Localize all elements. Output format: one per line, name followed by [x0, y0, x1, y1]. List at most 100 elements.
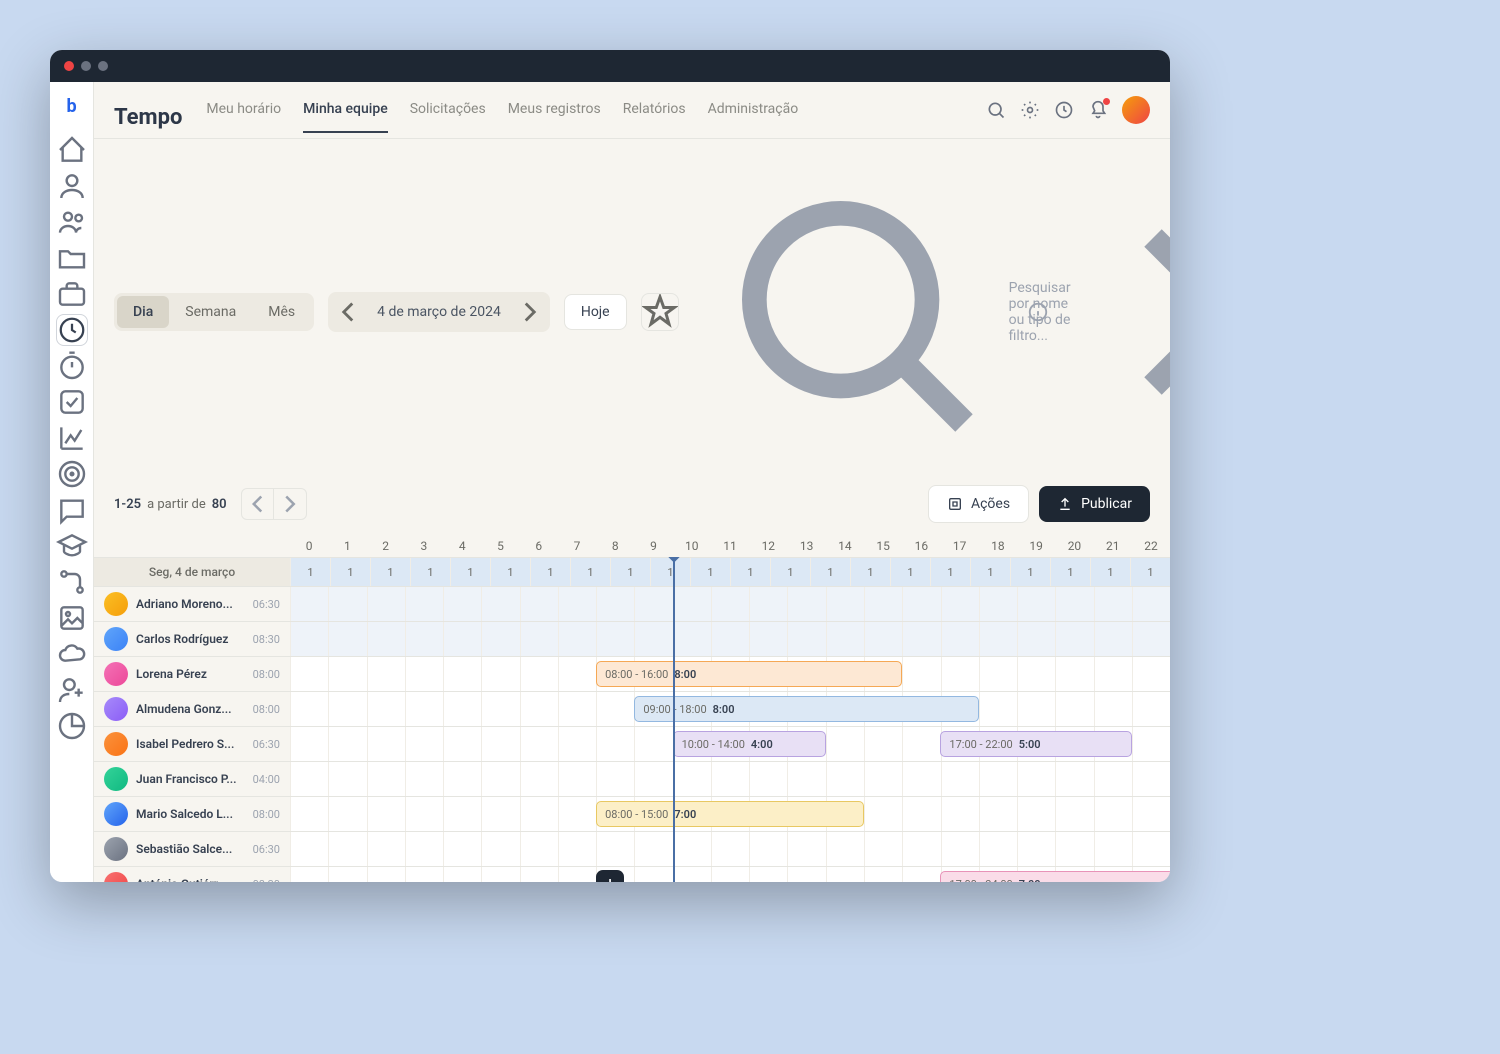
count-cell: 1	[1050, 558, 1090, 586]
view-button[interactable]: Mês	[252, 296, 311, 328]
today-button[interactable]: Hoje	[564, 294, 627, 330]
user-avatar[interactable]	[1122, 96, 1150, 124]
home-icon[interactable]	[56, 134, 88, 166]
person-time: 06:30	[253, 843, 280, 856]
toolbar: DiaSemanaMês 4 de março de 2024 Hoje Pes…	[94, 139, 1170, 485]
current-time-line	[673, 557, 675, 882]
person-row: Adriano Moreno... 06:30	[94, 587, 1170, 622]
count-cell: 1	[930, 558, 970, 586]
shift-time: 08:00 - 16:00	[605, 668, 668, 681]
timeline[interactable]	[290, 762, 1170, 796]
person-avatar	[104, 732, 128, 756]
count-cell: 1	[330, 558, 370, 586]
titlebar	[50, 50, 1170, 82]
flow-icon[interactable]	[56, 566, 88, 598]
person-avatar	[104, 627, 128, 651]
clock-icon[interactable]	[56, 314, 88, 346]
hour-label: 12	[749, 535, 787, 557]
timeline[interactable]: 17:00 - 24:007:00+	[290, 867, 1170, 882]
shift-duration: 7:00	[1019, 878, 1041, 883]
next-page[interactable]	[274, 489, 306, 519]
cloud-icon[interactable]	[56, 638, 88, 670]
person-time: 08:30	[253, 878, 280, 883]
user-icon[interactable]	[56, 170, 88, 202]
person-time: 08:00	[253, 668, 280, 681]
date-navigator: 4 de março de 2024	[328, 292, 550, 332]
next-date[interactable]	[513, 295, 547, 329]
shift-block[interactable]: 08:00 - 15:007:00	[596, 801, 864, 827]
subheader: 1-25 a partir de 80 Ações Publicar	[94, 485, 1170, 535]
timeline[interactable]	[290, 832, 1170, 866]
current-date: 4 de março de 2024	[365, 304, 513, 320]
maximize-window[interactable]	[98, 61, 108, 71]
count-cell: 1	[450, 558, 490, 586]
settings-icon[interactable]	[1020, 100, 1040, 120]
nav-tab[interactable]: Administração	[708, 101, 799, 133]
shift-block[interactable]: 09:00 - 18:008:00	[634, 696, 978, 722]
target-icon[interactable]	[56, 458, 88, 490]
hour-label: 20	[1055, 535, 1093, 557]
search-input[interactable]: Pesquisar por nome ou tipo de filtro...	[693, 155, 1013, 469]
hour-label: 19	[1017, 535, 1055, 557]
person-row: Carlos Rodríguez 08:30	[94, 622, 1170, 657]
nav-tab[interactable]: Meu horário	[206, 101, 281, 133]
timeline[interactable]	[290, 587, 1170, 621]
publish-button[interactable]: Publicar	[1039, 486, 1150, 522]
favorite-button[interactable]	[641, 293, 679, 331]
nav-tab[interactable]: Relatórios	[623, 101, 686, 133]
nav-tab[interactable]: Minha equipe	[303, 101, 388, 133]
nav-tab[interactable]: Meus registros	[508, 101, 601, 133]
minimize-window[interactable]	[81, 61, 91, 71]
view-button[interactable]: Dia	[117, 296, 169, 328]
check-icon[interactable]	[56, 386, 88, 418]
education-icon[interactable]	[56, 530, 88, 562]
shift-time: 08:00 - 15:00	[605, 808, 668, 821]
hour-label: 6	[520, 535, 558, 557]
timeline[interactable]: 08:00 - 15:007:00	[290, 797, 1170, 831]
activity-icon[interactable]	[1054, 100, 1074, 120]
timeline[interactable]: 09:00 - 18:008:00	[290, 692, 1170, 726]
search-icon[interactable]	[986, 100, 1006, 120]
message-icon[interactable]	[56, 494, 88, 526]
chart-icon[interactable]	[56, 422, 88, 454]
person-row: Juan Francisco P... 04:00	[94, 762, 1170, 797]
shift-block[interactable]: 08:00 - 16:008:00	[596, 661, 902, 687]
timeline[interactable]: 08:00 - 16:008:00	[290, 657, 1170, 691]
count-cell: 1	[890, 558, 930, 586]
view-button[interactable]: Semana	[169, 296, 252, 328]
image-icon[interactable]	[56, 602, 88, 634]
add-user-icon[interactable]	[56, 674, 88, 706]
pie-icon[interactable]	[56, 710, 88, 742]
folder-icon[interactable]	[56, 242, 88, 274]
timeline[interactable]	[290, 622, 1170, 656]
person-name: Carlos Rodríguez	[136, 632, 245, 646]
timer-icon[interactable]	[56, 350, 88, 382]
prev-page[interactable]	[242, 489, 274, 519]
count-cell: 1	[650, 558, 690, 586]
briefcase-icon[interactable]	[56, 278, 88, 310]
app-logo[interactable]: b	[58, 92, 86, 120]
count-cell: 1	[530, 558, 570, 586]
hour-label: 11	[711, 535, 749, 557]
notification-dot	[1103, 98, 1110, 105]
person-name: Sebastião Salce...	[136, 842, 245, 856]
person-avatar	[104, 802, 128, 826]
count-cell: 1	[690, 558, 730, 586]
prev-date[interactable]	[331, 295, 365, 329]
view-switcher: DiaSemanaMês	[114, 293, 314, 331]
team-icon[interactable]	[56, 206, 88, 238]
hour-header: 012345678910111213141516171819202122	[94, 535, 1170, 557]
nav-tab[interactable]: Solicitações	[410, 101, 486, 133]
person-name: Mario Salcedo L...	[136, 807, 245, 821]
bell-icon[interactable]	[1088, 100, 1108, 120]
count-cell: 1	[410, 558, 450, 586]
close-window[interactable]	[64, 61, 74, 71]
shift-block[interactable]: 17:00 - 22:005:00	[940, 731, 1131, 757]
hour-label: 4	[443, 535, 481, 557]
shift-block[interactable]: 17:00 - 24:007:00	[940, 871, 1170, 882]
timeline[interactable]: 10:00 - 14:004:00 17:00 - 22:005:00	[290, 727, 1170, 761]
shift-block[interactable]: 10:00 - 14:004:00	[673, 731, 826, 757]
actions-button[interactable]: Ações	[928, 485, 1029, 523]
shift-time: 10:00 - 14:00	[682, 738, 745, 751]
count-cell: 1	[1130, 558, 1170, 586]
